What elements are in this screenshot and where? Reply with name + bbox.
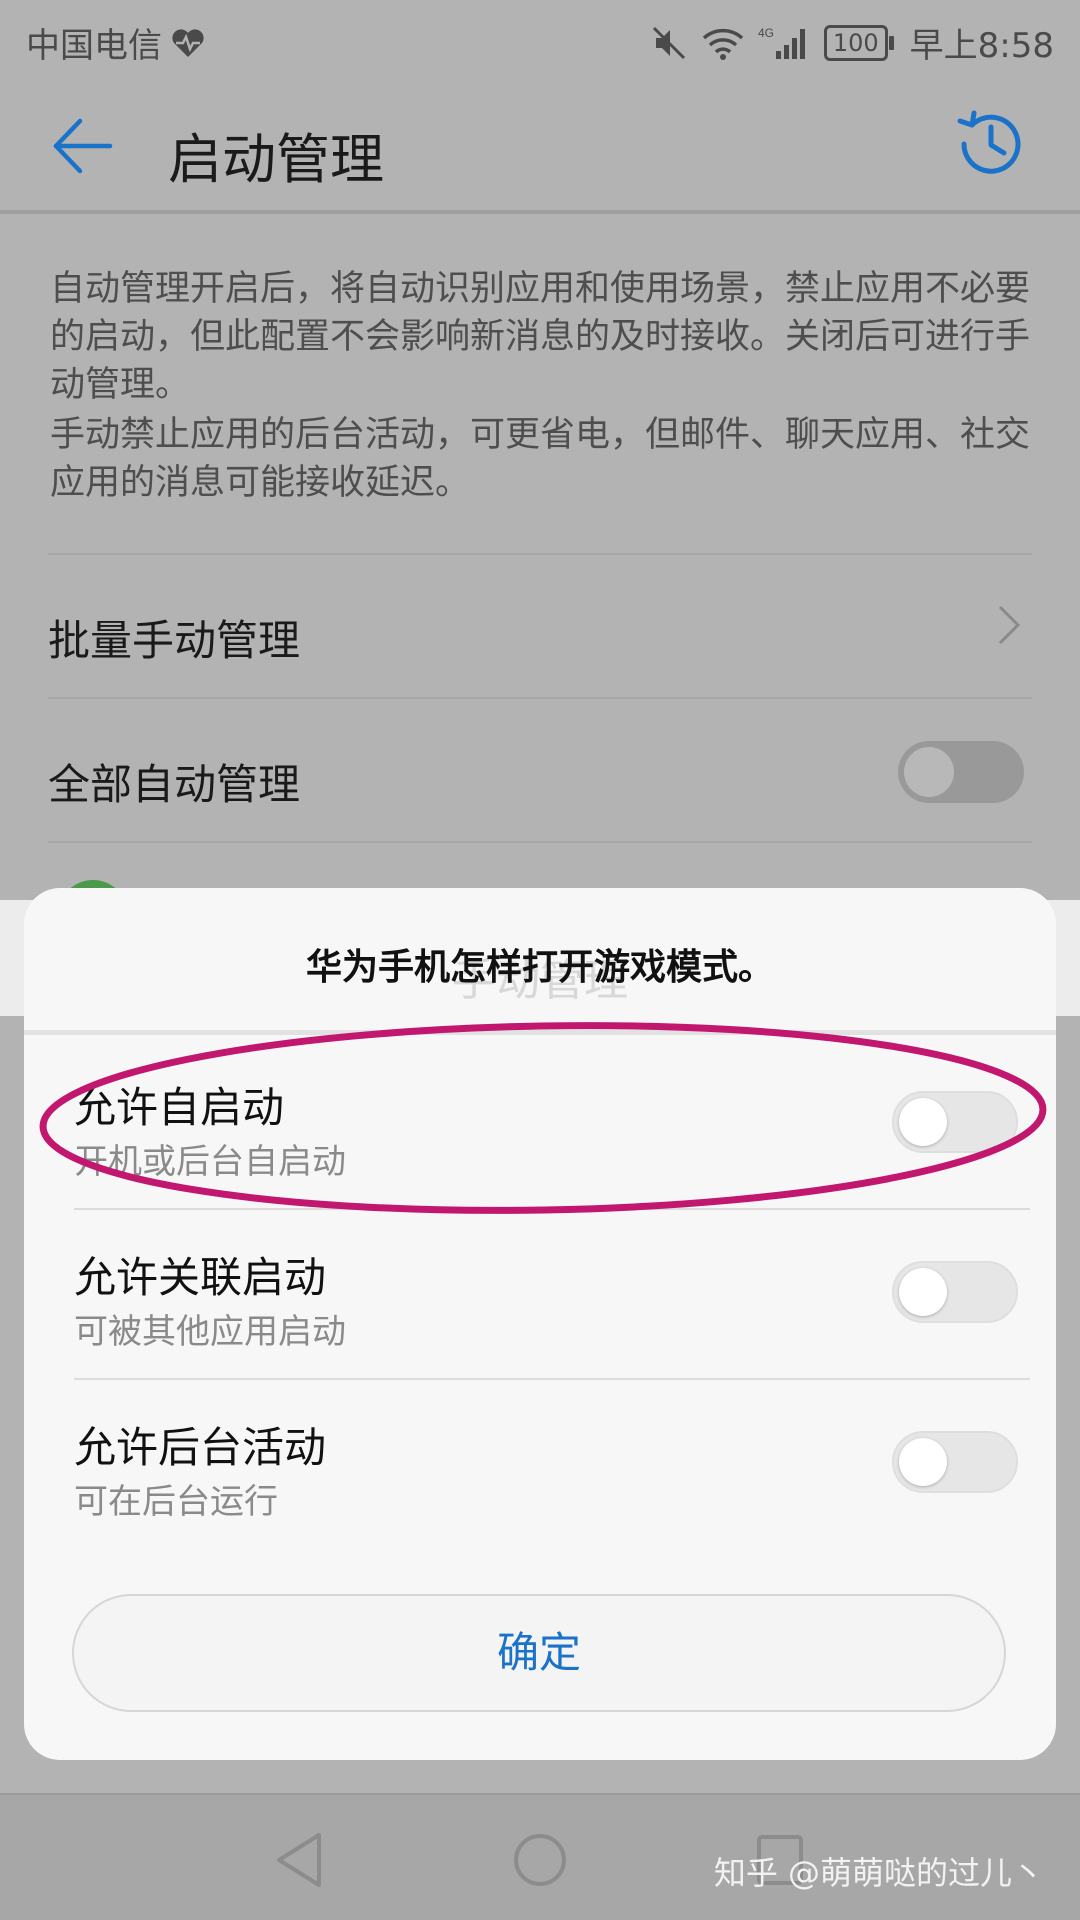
batch-manual-label: 批量手动管理 xyxy=(48,616,301,665)
heart-pulse-icon xyxy=(172,28,204,57)
confirm-button[interactable]: 确定 xyxy=(72,1594,1006,1712)
page-title: 启动管理 xyxy=(168,128,384,191)
nav-back-icon[interactable] xyxy=(265,1825,335,1895)
app-bar: 启动管理 xyxy=(0,75,1080,213)
toggle-knob xyxy=(899,1098,947,1146)
description-auto: 自动管理开启后，将自动识别应用和使用场景，禁止应用不必要的启动，但此配置不会影响… xyxy=(50,269,1031,405)
option-title: 允许后台活动 xyxy=(74,1423,327,1472)
dialog-title: 华为手机怎样打开游戏模式。 xyxy=(305,947,774,988)
all-auto-toggle[interactable] xyxy=(898,741,1024,803)
option-background-activity[interactable]: 允许后台活动 可在后台运行 xyxy=(74,1378,1030,1548)
wifi-icon xyxy=(702,28,744,60)
all-auto-row: 全部自动管理 xyxy=(48,697,1032,841)
history-clock-icon[interactable] xyxy=(952,105,1030,183)
option-subtitle: 可在后台运行 xyxy=(74,1482,278,1522)
option-associated-launch[interactable]: 允许关联启动 可被其他应用启动 xyxy=(74,1208,1030,1380)
status-bar: 中国电信 4G 100 早上8:58 xyxy=(0,0,1080,75)
clock: 早上8:58 xyxy=(909,26,1054,66)
battery-indicator: 100 xyxy=(823,24,894,61)
auto-launch-toggle[interactable] xyxy=(892,1091,1018,1153)
option-subtitle: 可被其他应用启动 xyxy=(74,1312,346,1352)
app-bar-divider xyxy=(0,210,1080,214)
all-auto-label: 全部自动管理 xyxy=(48,760,301,809)
screen: 中国电信 4G 100 早上8:58 启动管理 自动管理开启后，将自动识别应用和… xyxy=(0,0,1080,1920)
batch-manual-row[interactable]: 批量手动管理 xyxy=(48,553,1032,697)
signal-4g-icon: 4G xyxy=(758,26,805,59)
chevron-right-icon xyxy=(998,605,1021,645)
svg-text:4G: 4G xyxy=(758,26,774,40)
nav-home-icon[interactable] xyxy=(505,1825,575,1895)
background-activity-toggle[interactable] xyxy=(892,1431,1018,1493)
watermark: 知乎 @萌萌哒的过儿丶 xyxy=(713,1854,1044,1892)
back-arrow-icon[interactable] xyxy=(48,111,118,181)
description-manual: 手动禁止应用的后台活动，可更省电，但邮件、聊天应用、社交应用的消息可能接收延迟。 xyxy=(50,415,1031,503)
toggle-knob xyxy=(899,1438,947,1486)
description: 自动管理开启后，将自动识别应用和使用场景，禁止应用不必要的启动，但此配置不会影响… xyxy=(50,265,1035,509)
toggle-knob xyxy=(904,747,954,797)
carrier-label: 中国电信 xyxy=(26,26,162,66)
option-title: 允许关联启动 xyxy=(74,1253,327,1302)
option-subtitle: 开机或后台自启动 xyxy=(74,1142,346,1182)
dialog-divider xyxy=(24,1030,1056,1035)
launch-settings-dialog: 手动管理 华为手机怎样打开游戏模式。 允许自启动 开机或后台自启动 允许关联启动… xyxy=(24,888,1056,1760)
mute-icon xyxy=(652,26,685,59)
associated-launch-toggle[interactable] xyxy=(892,1261,1018,1323)
option-title: 允许自启动 xyxy=(74,1083,285,1132)
toggle-knob xyxy=(899,1268,947,1316)
option-auto-launch[interactable]: 允许自启动 开机或后台自启动 xyxy=(74,1038,1030,1210)
